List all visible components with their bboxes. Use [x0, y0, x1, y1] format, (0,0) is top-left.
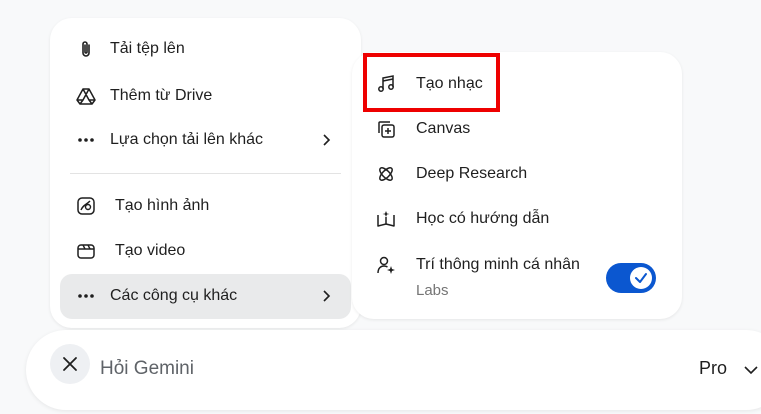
close-icon	[63, 357, 77, 371]
menu-divider	[70, 173, 341, 174]
image-spark-icon	[76, 196, 96, 216]
chevron-down-icon[interactable]	[744, 363, 758, 377]
upload-tools-menu: Tải tệp lên Thêm từ Drive Lựa chọn tải l…	[50, 18, 361, 328]
menu-item-label: Tải tệp lên	[110, 40, 185, 57]
menu-item-more-upload-options[interactable]: Lựa chọn tải lên khác	[76, 129, 331, 151]
menu-item-add-from-drive[interactable]: Thêm từ Drive	[76, 85, 212, 107]
more-horiz-icon	[76, 286, 96, 306]
prompt-input-bar: Hỏi Gemini Pro	[26, 330, 761, 410]
google-drive-icon	[76, 86, 96, 106]
menu-item-label: Các công cụ khác	[110, 287, 238, 304]
deep-research-icon	[376, 164, 396, 184]
menu-item-upload-file[interactable]: Tải tệp lên	[76, 38, 185, 60]
menu-item-label: Deep Research	[416, 165, 528, 182]
menu-item-guided-learning[interactable]: Học có hướng dẫn	[376, 208, 549, 230]
labs-badge: Labs	[416, 282, 449, 299]
personal-intelligence-toggle[interactable]	[606, 263, 656, 293]
person-spark-icon	[376, 255, 396, 275]
menu-item-label: Canvas	[416, 120, 471, 137]
menu-item-more-tools[interactable]: Các công cụ khác	[76, 285, 331, 307]
menu-item-create-video[interactable]: Tạo video	[76, 240, 185, 262]
close-menu-button[interactable]	[50, 344, 90, 384]
menu-item-label: Tạo hình ảnh	[115, 197, 210, 214]
menu-item-label: Thêm từ Drive	[110, 87, 213, 104]
toggle-knob	[630, 267, 652, 289]
menu-item-label: Lựa chọn tải lên khác	[110, 131, 264, 148]
annotation-highlight-box	[363, 53, 500, 112]
more-horiz-icon	[76, 130, 96, 150]
menu-item-label: Tạo video	[115, 242, 186, 259]
paperclip-icon	[76, 39, 96, 59]
menu-item-canvas[interactable]: Canvas	[376, 118, 470, 140]
menu-item-label: Trí thông minh cá nhân	[416, 256, 580, 273]
video-clapper-icon	[76, 241, 96, 261]
guided-learning-icon	[376, 209, 396, 229]
canvas-icon	[376, 119, 396, 139]
menu-item-deep-research[interactable]: Deep Research	[376, 163, 527, 185]
model-selector[interactable]: Pro	[699, 358, 727, 379]
chevron-right-icon	[323, 290, 331, 302]
menu-item-create-image[interactable]: Tạo hình ảnh	[76, 195, 209, 217]
menu-item-label: Học có hướng dẫn	[416, 210, 550, 227]
menu-item-personal-intelligence[interactable]: Trí thông minh cá nhân	[376, 254, 580, 276]
prompt-input[interactable]: Hỏi Gemini	[100, 358, 194, 380]
chevron-right-icon	[323, 134, 331, 146]
check-icon	[635, 273, 647, 283]
